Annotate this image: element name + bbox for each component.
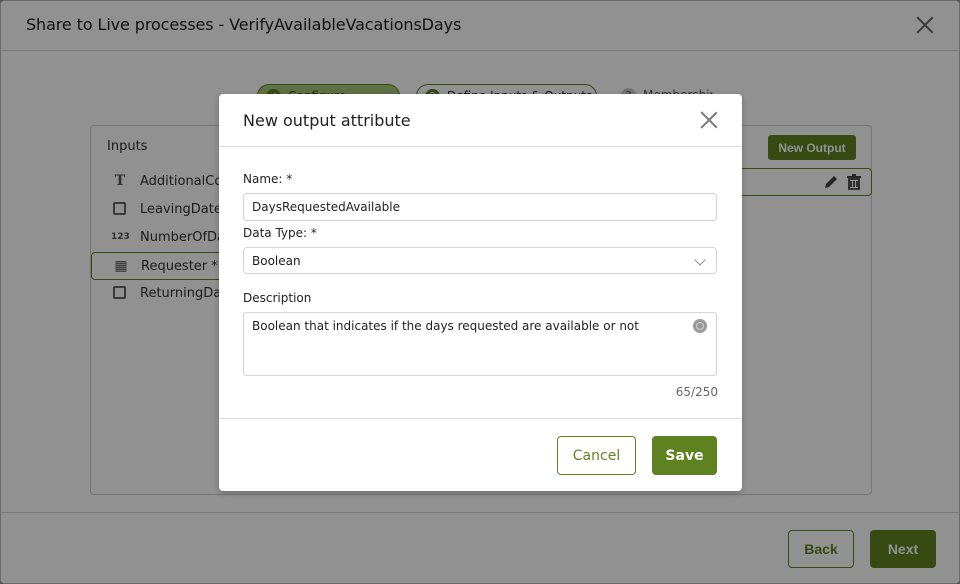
save-button[interactable]: Save <box>652 436 717 475</box>
cancel-button[interactable]: Cancel <box>557 436 636 475</box>
data-type-select[interactable]: Boolean <box>243 247 717 274</box>
data-type-label: Data Type: * <box>243 226 317 240</box>
modal-footer: Cancel Save <box>219 418 742 491</box>
description-textarea[interactable]: Boolean that indicates if the days reque… <box>243 312 717 376</box>
name-label: Name: * <box>243 172 293 186</box>
new-output-attribute-modal: New output attribute Name: * Data Type: … <box>219 94 742 491</box>
data-type-value: Boolean <box>252 254 301 268</box>
modal-title: New output attribute <box>243 111 411 130</box>
name-input[interactable] <box>243 193 717 221</box>
globe-icon[interactable] <box>693 319 707 333</box>
char-count: 65/250 <box>675 385 718 399</box>
chevron-down-icon <box>694 254 706 266</box>
modal-header: New output attribute <box>219 94 742 147</box>
close-icon[interactable] <box>700 111 718 129</box>
description-label: Description <box>243 291 312 305</box>
